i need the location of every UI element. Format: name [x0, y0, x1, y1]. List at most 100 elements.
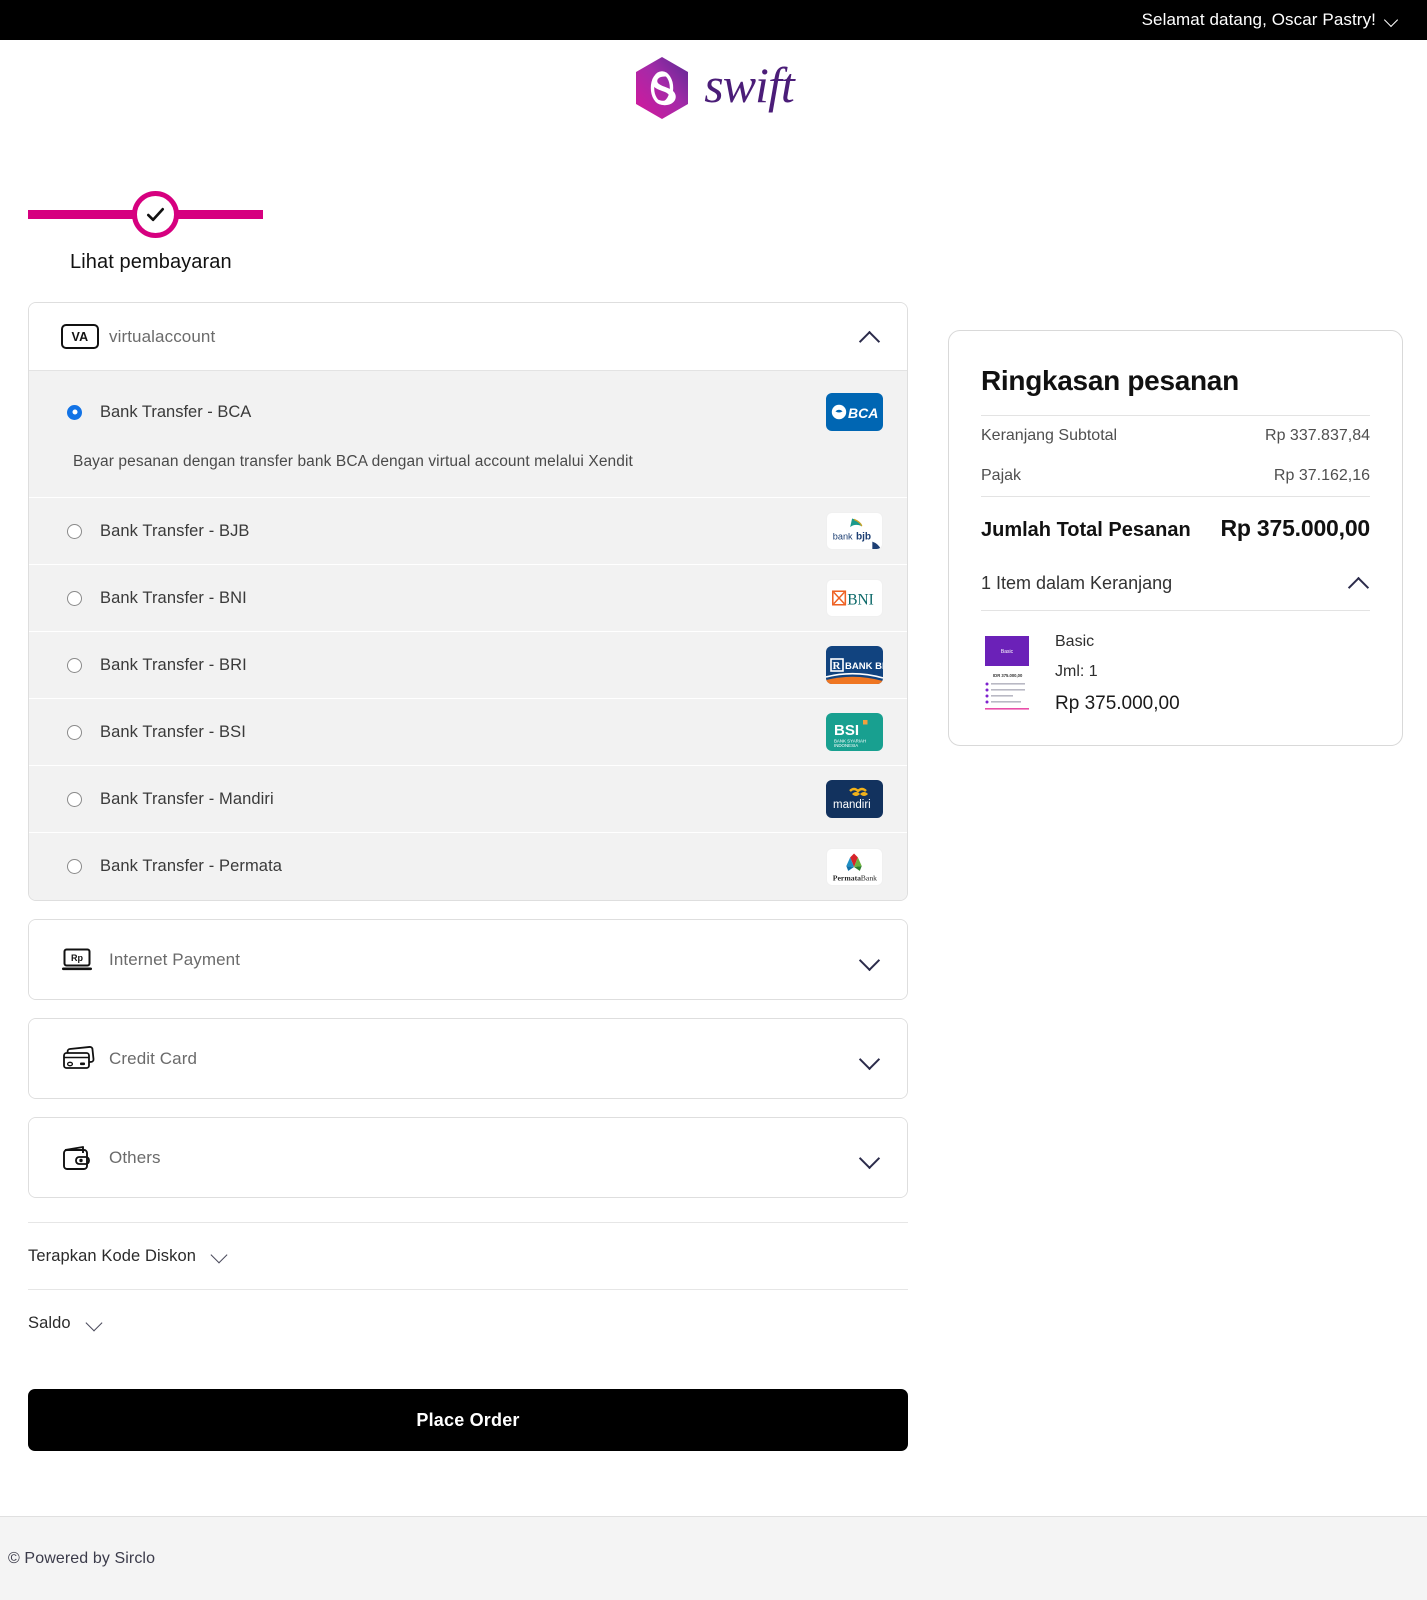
product-thumbnail-svg: Basic IDR 375.000,00 [981, 633, 1033, 711]
cart-items-header: 1 Item dalam Keranjang [981, 572, 1173, 593]
swift-hexagon-icon [636, 57, 689, 119]
bank-option-mandiri[interactable]: Bank Transfer - Mandiri mandiri [29, 766, 907, 833]
order-summary-column: Ringkasan pesanan Keranjang Subtotal Rp … [948, 302, 1403, 746]
credit-card-icon-svg [63, 1046, 95, 1069]
summary-row-subtotal: Keranjang Subtotal Rp 337.837,84 [981, 416, 1370, 456]
svg-text:R: R [833, 660, 842, 672]
payment-group-header-credit-card[interactable]: Credit Card [29, 1019, 907, 1098]
stepper-label: Lihat pembayaran [70, 251, 232, 273]
svg-text:INDONESIA: INDONESIA [834, 743, 858, 748]
checkout-page: Selamat datang, Oscar Pastry! swift Liha… [0, 0, 1427, 1600]
svg-text:BANK BRI: BANK BRI [845, 661, 883, 672]
order-summary-title: Ringkasan pesanan [981, 365, 1239, 396]
bank-option-label: Bank Transfer - BRI [100, 655, 247, 674]
footer-text: © Powered by Sirclo [8, 1549, 156, 1567]
chevron-up-icon[interactable] [859, 326, 881, 348]
chevron-down-icon[interactable] [210, 1246, 230, 1266]
payment-methods-column: VA virtualaccount Bank Transfer - BCA BC… [28, 302, 908, 1451]
payment-group-title: virtualaccount [109, 326, 216, 346]
place-order-button[interactable]: Place Order [28, 1389, 908, 1451]
bank-option-bri[interactable]: Bank Transfer - BRI R BANK BRI [29, 632, 907, 699]
summary-row-label: Pajak [981, 467, 1022, 484]
bca-logo-icon: BCA [826, 393, 883, 431]
bsi-logo-svg: BSI BANK SYARIAH INDONESIA [834, 720, 868, 748]
bank-option-bca[interactable]: Bank Transfer - BCA BCA Bayar pesanan de… [29, 371, 907, 498]
bank-option-bsi[interactable]: Bank Transfer - BSI BSI BANK SYARIAH IND… [29, 699, 907, 766]
chevron-down-icon[interactable] [859, 949, 881, 971]
va-badge-label: VA [61, 324, 99, 349]
permata-logo-icon: Permata Bank [826, 847, 883, 886]
permata-logo-svg: Permata Bank [833, 852, 877, 882]
chevron-up-icon[interactable] [1348, 572, 1370, 594]
cart-item-price: Rp 375.000,00 [1055, 693, 1180, 714]
laptop-rp-icon-svg: Rp [62, 948, 92, 970]
bank-option-bni[interactable]: Bank Transfer - BNI BNI [29, 565, 907, 632]
cart-item-row: Basic IDR 375.000,00 Basic Jml: 1 Rp 375… [981, 610, 1370, 715]
check-icon [146, 207, 165, 222]
bank-option-bjb[interactable]: Bank Transfer - BJB bank bjb [29, 498, 907, 565]
top-bar: Selamat datang, Oscar Pastry! [0, 0, 1427, 40]
chevron-down-icon[interactable] [859, 1147, 881, 1169]
bank-option-label: Bank Transfer - Permata [100, 857, 283, 875]
bsi-logo-icon: BSI BANK SYARIAH INDONESIA [826, 713, 883, 751]
order-summary-card: Ringkasan pesanan Keranjang Subtotal Rp … [948, 330, 1403, 746]
svg-text:Permata: Permata [833, 873, 861, 882]
main-content: Lihat pembayaran VA virtualaccount Bank … [0, 136, 1427, 1516]
payment-group-header-others[interactable]: Others [29, 1118, 907, 1197]
svg-text:bank: bank [833, 532, 853, 542]
bri-logo-icon: R BANK BRI [826, 646, 883, 684]
bank-option-label: Bank Transfer - BCA [100, 402, 252, 421]
wallet-icon-svg [63, 1145, 90, 1170]
cart-item-name: Basic [1055, 633, 1095, 650]
page-footer: © Powered by Sirclo [0, 1516, 1427, 1600]
svg-text:Rp: Rp [71, 953, 83, 963]
payment-group-header-internet-payment[interactable]: Rp Internet Payment [29, 920, 907, 999]
brand-logo[interactable]: swift [0, 40, 1427, 136]
radio-bni[interactable] [67, 590, 82, 606]
bank-option-permata[interactable]: Bank Transfer - Permata Permata Bank [29, 833, 907, 900]
svg-text:BNI: BNI [847, 592, 874, 609]
bjb-logo-svg: bank bjb [833, 518, 881, 549]
product-thumbnail: Basic IDR 375.000,00 [981, 633, 1033, 711]
bank-option-label: Bank Transfer - BJB [100, 521, 250, 540]
chevron-down-icon[interactable] [85, 1314, 105, 1334]
mandiri-logo-icon: mandiri [826, 780, 883, 818]
bni-logo-svg: BNI [832, 590, 874, 609]
saldo-label: Saldo [28, 1314, 71, 1332]
discount-code-toggle[interactable]: Terapkan Kode Diskon [28, 1223, 908, 1290]
summary-total-label: Jumlah Total Pesanan [981, 519, 1191, 541]
payment-group-virtualaccount: VA virtualaccount Bank Transfer - BCA BC… [28, 302, 908, 901]
payment-group-title: Others [109, 1147, 161, 1167]
svg-text:Bank: Bank [861, 873, 877, 882]
summary-row-value: Rp 37.162,16 [1273, 467, 1370, 484]
cart-item-details: Basic Jml: 1 Rp 375.000,00 [1055, 633, 1180, 715]
bank-option-description: Bayar pesanan dengan transfer bank BCA d… [73, 453, 633, 470]
svg-text:BCA: BCA [848, 405, 878, 421]
svg-text:BSI: BSI [834, 722, 859, 739]
radio-bsi[interactable] [67, 724, 82, 740]
greeting-text: Selamat datang, Oscar Pastry! [1141, 10, 1376, 29]
bri-logo-svg: R BANK BRI [826, 658, 883, 684]
cart-items-toggle[interactable]: 1 Item dalam Keranjang [981, 558, 1370, 610]
discount-code-label: Terapkan Kode Diskon [28, 1246, 197, 1265]
radio-bjb[interactable] [67, 523, 82, 539]
radio-permata[interactable] [67, 859, 82, 874]
chevron-down-icon[interactable] [859, 1048, 881, 1070]
payment-group-header-virtualaccount[interactable]: VA virtualaccount [29, 303, 907, 370]
account-menu[interactable]: Selamat datang, Oscar Pastry! [1142, 10, 1399, 30]
payment-group-title: Internet Payment [109, 949, 241, 969]
laptop-rp-icon: Rp [61, 947, 103, 973]
brand-wordmark: swift [704, 57, 794, 113]
bni-logo-icon: BNI [826, 579, 883, 617]
bjb-logo-icon: bank bjb [826, 512, 883, 550]
saldo-toggle[interactable]: Saldo [28, 1290, 908, 1357]
radio-mandiri[interactable] [67, 791, 82, 807]
virtual-account-option-list: Bank Transfer - BCA BCA Bayar pesanan de… [29, 370, 907, 900]
chevron-down-icon [1386, 14, 1399, 27]
radio-bri[interactable] [67, 657, 82, 673]
radio-bca[interactable] [67, 404, 82, 420]
va-badge-icon: VA [61, 324, 103, 349]
bank-option-label: Bank Transfer - BNI [100, 588, 247, 607]
summary-row-label: Keranjang Subtotal [981, 427, 1118, 444]
bank-option-label: Bank Transfer - Mandiri [100, 789, 274, 808]
